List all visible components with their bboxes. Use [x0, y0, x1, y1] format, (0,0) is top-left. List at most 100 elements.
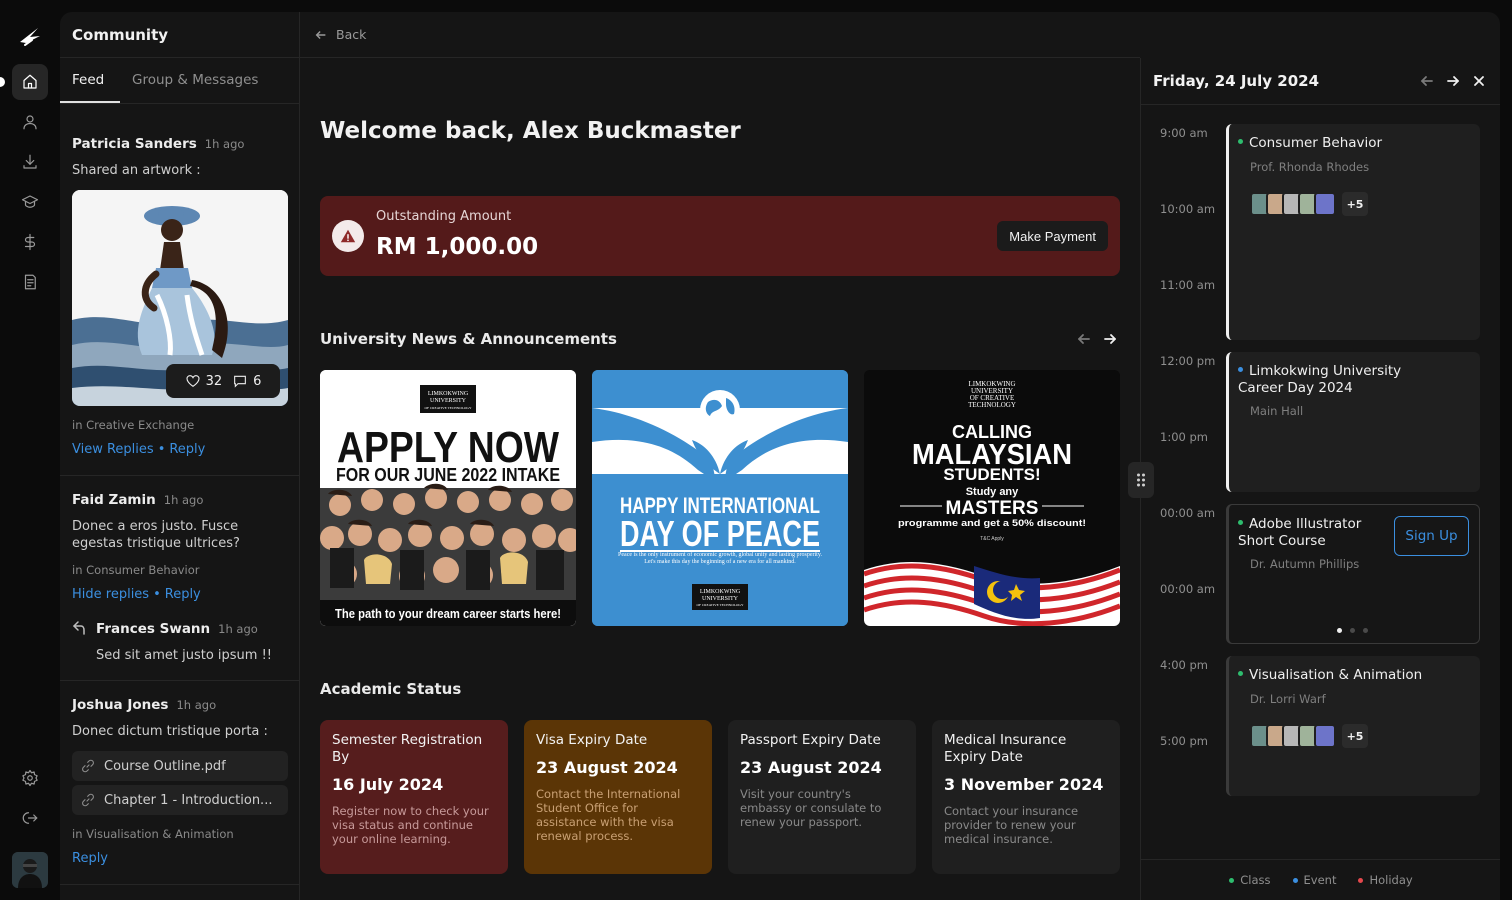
nav-documents-button[interactable] — [12, 264, 48, 300]
event-dot — [1292, 877, 1298, 883]
holiday-dot — [1358, 877, 1364, 883]
post-group: in Visualisation & Animation — [72, 827, 234, 841]
status-card-passport[interactable]: Passport Expiry Date 23 August 2024 Visi… — [728, 720, 916, 874]
attendee-avatars[interactable]: +5 — [1250, 724, 1368, 748]
news-card-day-of-peace[interactable]: HAPPY INTERNATIONAL DAY OF PEACE Peace i… — [592, 370, 848, 626]
event-instructor: Prof. Rhonda Rhodes — [1250, 160, 1370, 174]
status-card-semester[interactable]: Semester Registration By 16 July 2024 Re… — [320, 720, 508, 874]
like-count: 32 — [205, 373, 223, 389]
home-icon — [23, 74, 37, 89]
reply-author[interactable]: Frances Swann 1h ago — [96, 621, 258, 637]
app-frame: Community Feed Group & Messages Patricia… — [60, 12, 1500, 900]
arrow-left-icon — [315, 30, 326, 39]
hour-label: 10:00 am — [1160, 202, 1216, 216]
reply-link[interactable]: Reply — [165, 587, 201, 602]
status-title: Passport Expiry Date — [740, 732, 881, 748]
reply-link[interactable]: Reply — [72, 851, 108, 866]
calendar-event-illustrator-course[interactable]: Adobe Illustrator Short Course Dr. Autum… — [1226, 504, 1480, 644]
like-button[interactable]: 32 — [185, 373, 223, 389]
tab-group-messages[interactable]: Group & Messages — [132, 72, 258, 88]
news-next-button[interactable] — [1100, 329, 1120, 349]
post-author[interactable]: Joshua Jones 1h ago — [72, 697, 216, 713]
attachment-item[interactable]: Course Outline.pdf — [72, 751, 288, 781]
calendar-prev-button[interactable] — [1417, 71, 1437, 91]
academic-section-title: Academic Status — [320, 680, 462, 698]
graduation-cap-icon — [21, 195, 39, 208]
nav-academics-button[interactable] — [12, 184, 48, 220]
post-time: 1h ago — [163, 493, 204, 507]
carousel-dots — [1337, 628, 1368, 633]
nav-logout-button[interactable] — [12, 800, 48, 836]
class-dot — [1238, 670, 1243, 676]
calendar-panel: Friday, 24 July 2024 9:00 am 10:00 am 11… — [1128, 58, 1500, 900]
status-title: Semester Registration By — [332, 732, 483, 765]
carousel-dot[interactable] — [1350, 628, 1355, 633]
download-icon — [23, 154, 37, 169]
back-button[interactable]: Back — [314, 27, 366, 42]
news-card-apply-now[interactable]: LIMKOKWING UNIVERSITY OF CREATIVE TECHNO… — [320, 370, 576, 626]
welcome-heading: Welcome back, Alex Buckmaster — [320, 118, 741, 144]
event-title: Limkokwing University Career Day 2024 — [1238, 363, 1402, 396]
status-card-visa[interactable]: Visa Expiry Date 23 August 2024 Contact … — [524, 720, 712, 874]
nav-home-button[interactable] — [12, 64, 48, 100]
news-prev-button[interactable] — [1074, 329, 1094, 349]
comment-button[interactable]: 6 — [232, 373, 261, 389]
reaction-bar: 32 6 — [166, 364, 280, 398]
attachment-name: Chapter 1 - Introduction... — [104, 792, 273, 808]
hour-label: 00:00 am — [1160, 506, 1216, 520]
nav-rail — [0, 0, 60, 900]
carousel-dot[interactable] — [1337, 628, 1342, 633]
nav-downloads-button[interactable] — [12, 144, 48, 180]
avatar — [1314, 724, 1336, 748]
tab-feed[interactable]: Feed — [72, 72, 104, 88]
user-avatar[interactable] — [12, 852, 48, 888]
attendee-avatars[interactable]: +5 — [1250, 192, 1368, 216]
post-actions: Reply — [72, 851, 108, 866]
community-title: Community — [72, 26, 169, 44]
nav-settings-button[interactable] — [12, 760, 48, 796]
hour-label: 4:00 pm — [1160, 658, 1208, 672]
legend-class: Class — [1229, 873, 1271, 887]
link-icon — [82, 759, 94, 773]
reply-link[interactable]: Reply — [169, 442, 205, 457]
reply-time: 1h ago — [218, 622, 258, 636]
news-text: programme and get a 50% discount! — [898, 518, 1086, 529]
calendar-legend: Class Event Holiday — [1141, 859, 1500, 900]
calendar-close-button[interactable] — [1469, 71, 1489, 91]
status-card-medical-insurance[interactable]: Medical Insurance Expiry Date 3 November… — [932, 720, 1120, 874]
calendar-event-visualisation[interactable]: Visualisation & Animation Dr. Lorri Warf… — [1226, 656, 1480, 796]
logo-line: UNIVERSITY — [702, 596, 739, 602]
nav-payments-button[interactable] — [12, 224, 48, 260]
status-title: Medical Insurance Expiry Date — [944, 732, 1067, 765]
news-card-malaysian-students[interactable]: LIMKOKWING UNIVERSITY OF CREATIVE TECHNO… — [864, 370, 1120, 626]
status-date: 23 August 2024 — [536, 758, 678, 777]
status-description: Contact the International Student Office… — [536, 787, 681, 843]
post-author[interactable]: Patricia Sanders 1h ago — [72, 136, 244, 152]
divider — [60, 884, 300, 885]
calendar-event-consumer-behavior[interactable]: Consumer Behavior Prof. Rhonda Rhodes +5 — [1226, 124, 1480, 340]
drag-handle-icon[interactable] — [1128, 462, 1154, 498]
back-label: Back — [336, 27, 367, 42]
carousel-dot[interactable] — [1363, 628, 1368, 633]
post-author[interactable]: Faid Zamin 1h ago — [72, 492, 203, 508]
view-replies-link[interactable]: View Replies — [72, 442, 154, 457]
make-payment-button[interactable]: Make Payment — [997, 221, 1108, 251]
gear-icon — [22, 769, 38, 787]
divider — [300, 57, 1140, 58]
active-tab-underline — [60, 101, 120, 103]
calendar-event-career-day[interactable]: Limkokwing University Career Day 2024 Ma… — [1226, 352, 1480, 492]
hour-label: 00:00 am — [1160, 582, 1216, 596]
attachment-item[interactable]: Chapter 1 - Introduction... — [72, 785, 288, 815]
divider — [60, 680, 300, 681]
nav-profile-button[interactable] — [12, 104, 48, 140]
community-tabs: Feed Group & Messages — [60, 58, 300, 104]
hide-replies-link[interactable]: Hide replies — [72, 587, 149, 602]
sign-up-button[interactable]: Sign Up — [1394, 516, 1469, 556]
logo-icon[interactable] — [16, 22, 44, 50]
status-date: 3 November 2024 — [944, 775, 1104, 794]
main-content: Back Welcome back, Alex Buckmaster Outst… — [300, 12, 1140, 900]
news-headline: MASTERS — [946, 498, 1039, 519]
attachment-name: Course Outline.pdf — [104, 758, 226, 774]
class-dot — [1238, 519, 1243, 525]
calendar-next-button[interactable] — [1443, 71, 1463, 91]
